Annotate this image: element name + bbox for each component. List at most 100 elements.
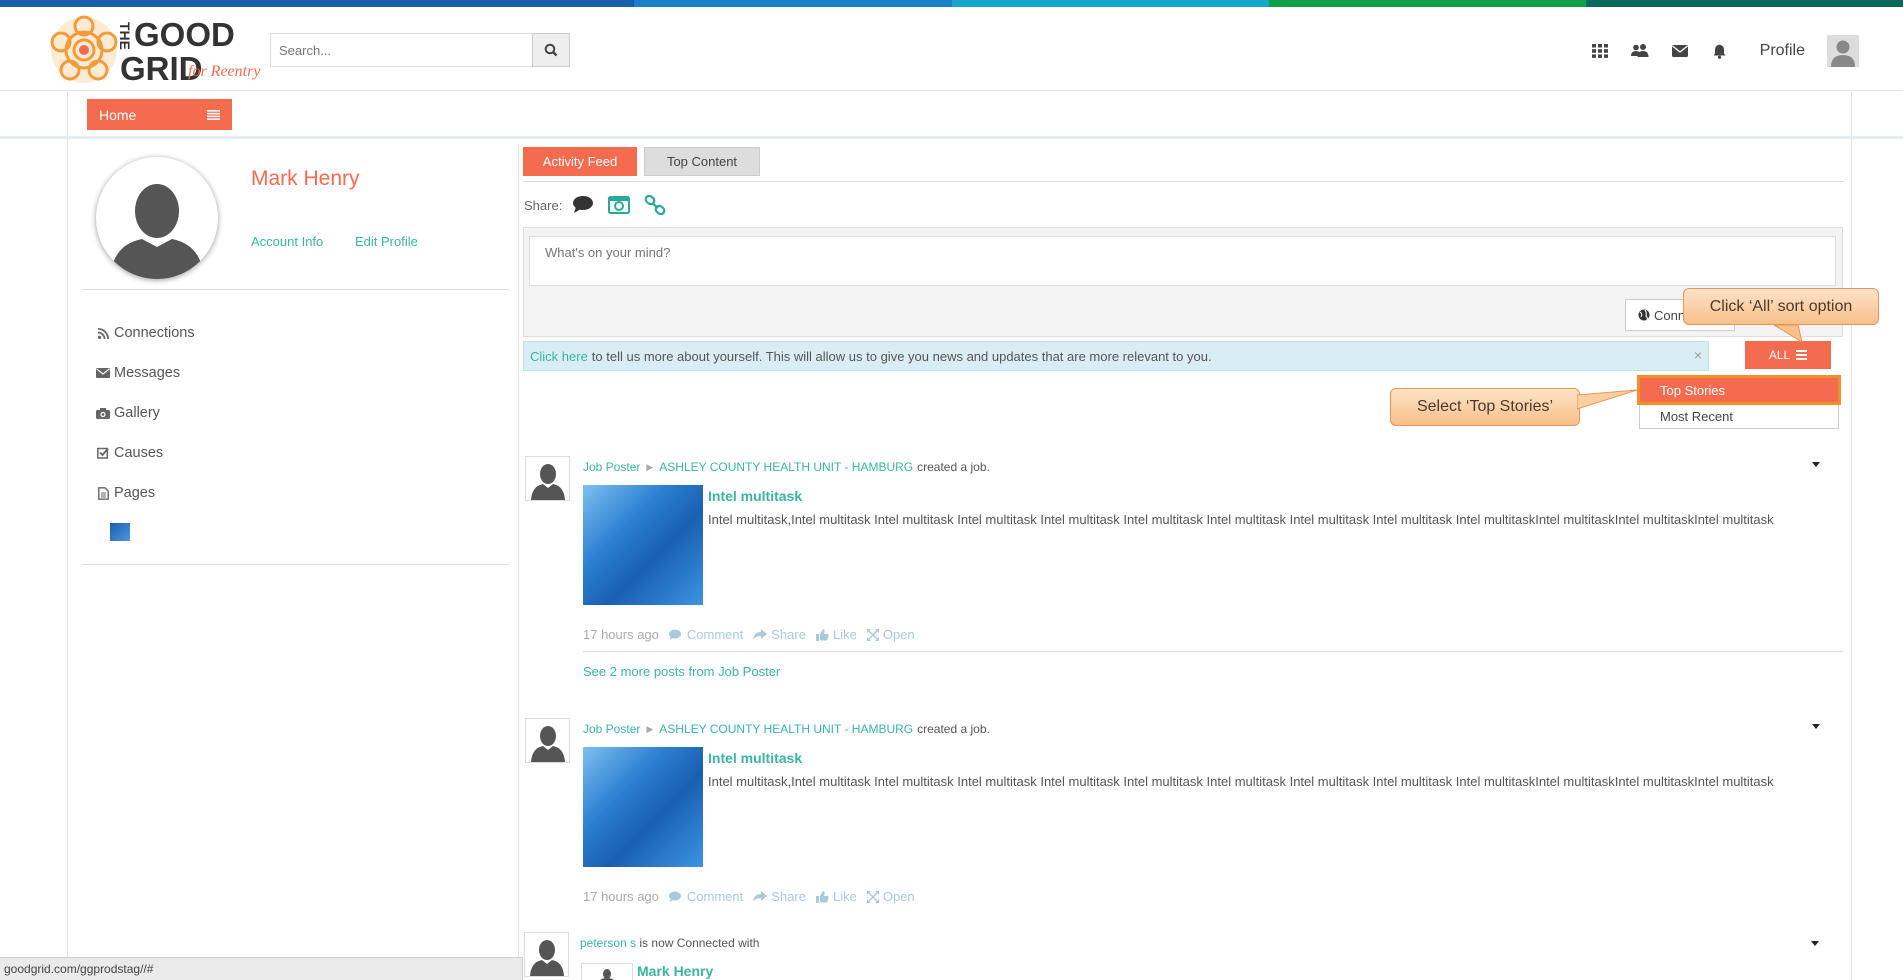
sidebar-item-connections[interactable]: Connections bbox=[95, 313, 195, 353]
post-actions: 17 hours ago Comment Share Like Open bbox=[583, 889, 915, 904]
color-segment bbox=[951, 0, 1269, 7]
job-thumbnail[interactable] bbox=[583, 747, 703, 867]
share-label: Share: bbox=[524, 197, 563, 213]
like-button[interactable]: Like bbox=[815, 889, 857, 904]
photo-icon bbox=[608, 196, 631, 214]
post-author-link[interactable]: Job Poster bbox=[583, 460, 640, 474]
sort-all-button[interactable]: ALL bbox=[1745, 341, 1831, 369]
sub-navigation: Home bbox=[0, 92, 1903, 139]
edit-profile-link[interactable]: Edit Profile bbox=[355, 234, 418, 249]
menu-bars-icon bbox=[207, 109, 220, 120]
share-status-button[interactable] bbox=[572, 195, 594, 215]
post-author-link[interactable]: peterson s bbox=[580, 936, 636, 950]
post-composer: Conn bbox=[523, 227, 1843, 337]
flower-logo-icon: THE GOOD GRID for Reentry bbox=[50, 15, 261, 87]
job-description: Intel multitask,Intel multitask Intel mu… bbox=[708, 512, 1774, 527]
top-color-strip bbox=[0, 0, 1903, 7]
divider bbox=[583, 651, 1843, 652]
job-title-link[interactable]: Intel multitask bbox=[708, 488, 802, 504]
grid-icon bbox=[1591, 44, 1608, 58]
post-options-caret-icon[interactable] bbox=[1812, 462, 1820, 467]
info-banner-text: to tell us more about yourself. This wil… bbox=[591, 348, 1212, 364]
profile-link[interactable]: Profile bbox=[1760, 42, 1805, 60]
account-info-link[interactable]: Account Info bbox=[251, 234, 323, 249]
profile-name[interactable]: Mark Henry bbox=[251, 167, 360, 191]
post-header: Job Poster ▶ ASHLEY COUNTY HEALTH UNIT -… bbox=[583, 722, 990, 736]
page-frame-right bbox=[1851, 92, 1852, 980]
logo-the: THE bbox=[117, 22, 133, 50]
link-icon bbox=[644, 195, 666, 215]
profile-avatar[interactable] bbox=[96, 157, 218, 279]
close-icon[interactable]: × bbox=[1694, 347, 1702, 363]
comment-button[interactable]: Comment bbox=[668, 889, 743, 904]
share-photo-button[interactable] bbox=[608, 195, 631, 215]
post-target-link[interactable]: ASHLEY COUNTY HEALTH UNIT - HAMBURG bbox=[659, 722, 913, 736]
audience-label: Conn bbox=[1654, 307, 1686, 323]
list-icon bbox=[1796, 350, 1808, 360]
sort-dropdown: Top Stories Most Recent bbox=[1637, 375, 1841, 429]
tab-top-content[interactable]: Top Content bbox=[644, 147, 760, 176]
thumbs-up-icon bbox=[815, 628, 829, 641]
notifications-button[interactable] bbox=[1700, 33, 1740, 69]
sidebar-menu: Connections Messages Gallery Causes Page… bbox=[95, 313, 195, 513]
file-icon bbox=[97, 486, 109, 500]
search-button[interactable] bbox=[532, 33, 570, 67]
open-button[interactable]: Open bbox=[866, 889, 915, 904]
sidebar-item-causes[interactable]: Causes bbox=[95, 433, 195, 473]
home-menu-button[interactable]: Home bbox=[87, 99, 232, 130]
sort-option-top-stories[interactable]: Top Stories bbox=[1637, 375, 1841, 405]
messages-button[interactable] bbox=[1660, 33, 1700, 69]
avatar-silhouette-icon bbox=[530, 726, 565, 762]
check-square-icon bbox=[97, 447, 109, 459]
open-button[interactable]: Open bbox=[866, 627, 915, 642]
good-grid-logo[interactable]: THE GOOD GRID for Reentry bbox=[48, 12, 268, 90]
search-input[interactable] bbox=[270, 33, 532, 67]
activity-main: Activity Feed Top Content Share: Conn Cl… bbox=[518, 145, 1879, 980]
avatar-silhouette-icon bbox=[529, 940, 564, 976]
see-more-posts-link[interactable]: See 2 more posts from Job Poster bbox=[583, 664, 780, 679]
site-header: THE GOOD GRID for Reentry Search... Prof… bbox=[0, 7, 1903, 91]
sidebar-item-gallery[interactable]: Gallery bbox=[95, 393, 195, 433]
color-segment bbox=[634, 0, 952, 7]
sidebar-item-label: Messages bbox=[114, 365, 181, 381]
sidebar-item-messages[interactable]: Messages bbox=[95, 353, 195, 393]
apps-button[interactable] bbox=[1580, 33, 1620, 69]
sort-option-most-recent[interactable]: Most Recent bbox=[1640, 404, 1838, 428]
post-target-link[interactable]: ASHLEY COUNTY HEALTH UNIT - HAMBURG bbox=[659, 460, 913, 474]
connections-button[interactable] bbox=[1620, 33, 1660, 69]
click-here-link[interactable]: Click here bbox=[530, 349, 588, 364]
post-author-avatar[interactable] bbox=[524, 932, 569, 977]
connected-user-link[interactable]: Mark Henry bbox=[637, 963, 713, 979]
job-title-link[interactable]: Intel multitask bbox=[708, 750, 802, 766]
post-time: 17 hours ago bbox=[583, 627, 659, 642]
job-description: Intel multitask,Intel multitask Intel mu… bbox=[708, 774, 1774, 789]
post-author-avatar[interactable] bbox=[525, 456, 570, 501]
connected-user-avatar[interactable] bbox=[581, 963, 633, 980]
comment-button[interactable]: Comment bbox=[668, 627, 744, 642]
share-button[interactable]: Share bbox=[753, 889, 806, 904]
sidebar-item-label: Connections bbox=[114, 325, 195, 341]
color-segment bbox=[317, 0, 635, 7]
post-options-caret-icon[interactable] bbox=[1811, 941, 1819, 946]
status-textarea[interactable] bbox=[529, 236, 1836, 286]
post-author-avatar[interactable] bbox=[525, 718, 570, 763]
job-thumbnail[interactable] bbox=[583, 485, 703, 605]
post-author-link[interactable]: Job Poster bbox=[583, 722, 640, 736]
like-label: Like bbox=[832, 627, 857, 642]
page-thumbnail[interactable] bbox=[110, 523, 130, 541]
post-options-caret-icon[interactable] bbox=[1812, 724, 1820, 729]
comment-label: Comment bbox=[686, 627, 744, 642]
logo-good: GOOD bbox=[134, 16, 235, 53]
like-button[interactable]: Like bbox=[815, 627, 857, 642]
user-avatar[interactable] bbox=[1827, 35, 1859, 67]
envelope-icon bbox=[96, 368, 110, 378]
feed-post: Job Poster ▶ ASHLEY COUNTY HEALTH UNIT -… bbox=[523, 718, 1843, 918]
share-button[interactable]: Share bbox=[753, 627, 806, 642]
tab-activity-feed[interactable]: Activity Feed bbox=[523, 147, 637, 176]
share-link-button[interactable] bbox=[644, 195, 666, 215]
avatar-silhouette-icon bbox=[600, 969, 614, 980]
globe-icon bbox=[1638, 309, 1650, 321]
color-segment bbox=[1268, 0, 1586, 7]
sidebar-item-pages[interactable]: Pages bbox=[95, 473, 195, 513]
tutorial-callout-all: Click ‘All’ sort option bbox=[1683, 288, 1879, 325]
